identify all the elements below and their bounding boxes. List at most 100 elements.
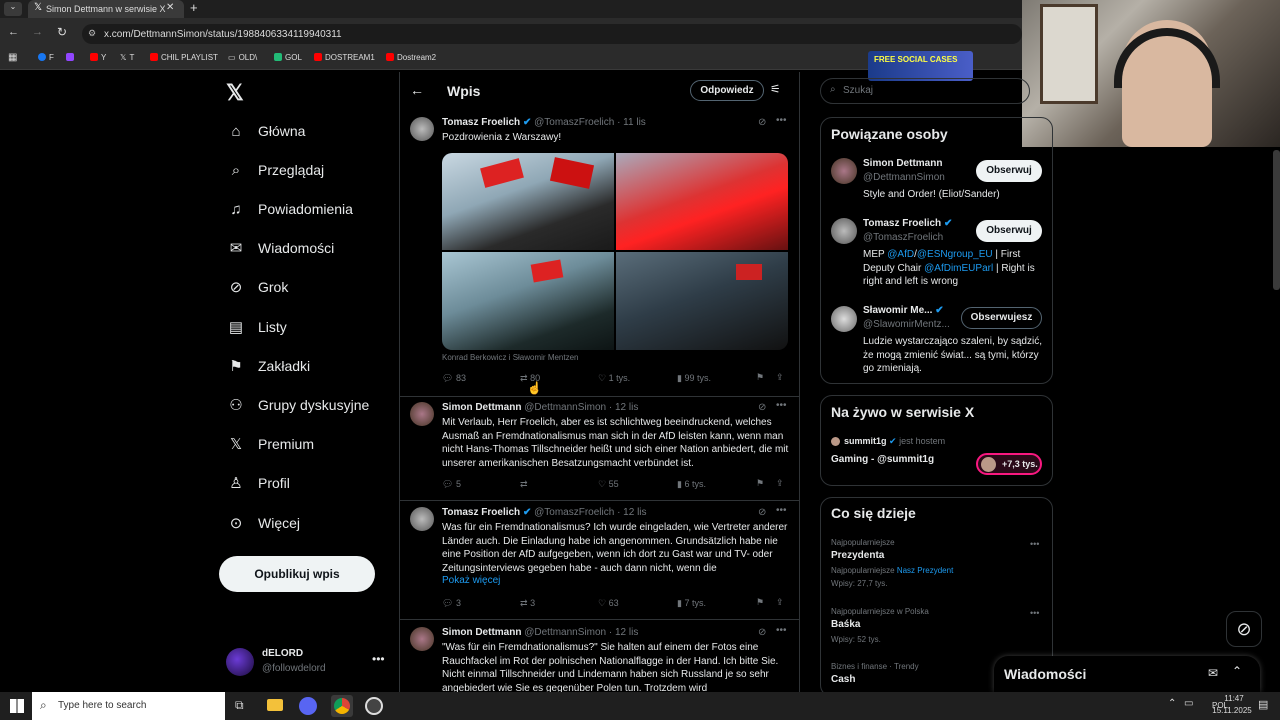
avatar[interactable]: [831, 306, 857, 332]
grok-icon[interactable]: ⊘: [758, 117, 766, 128]
live-host[interactable]: summit1g ✔ jest hostem: [831, 436, 945, 447]
more-dots-icon[interactable]: •••: [372, 652, 385, 666]
avatar[interactable]: [410, 117, 434, 141]
forward-icon[interactable]: →: [32, 26, 43, 38]
bookmark-gol[interactable]: GOL: [274, 53, 302, 62]
more-dots-icon[interactable]: •••: [1030, 608, 1039, 618]
file-explorer-icon[interactable]: [267, 699, 283, 711]
avatar[interactable]: [410, 507, 434, 531]
share-icon[interactable]: ⇪: [776, 478, 784, 489]
share-icon[interactable]: ⇪: [776, 597, 784, 608]
filter-settings-icon[interactable]: ⚟: [770, 82, 781, 96]
nav-item-more[interactable]: ⊙ Więcej: [226, 512, 406, 536]
person-name[interactable]: Simon Dettmann: [863, 158, 942, 169]
trend-name[interactable]: Cash: [831, 674, 855, 685]
live-listeners-badge[interactable]: +7,3 tys.: [976, 453, 1042, 475]
url-input[interactable]: x.com/DettmannSimon/status/1988406334119…: [82, 24, 1022, 44]
nav-item-messages[interactable]: ✉ Wiadomości: [226, 237, 406, 261]
clock-date[interactable]: 15.11.2025: [1208, 706, 1256, 715]
search-input[interactable]: ⌕ Szukaj: [820, 78, 1030, 104]
new-message-icon[interactable]: ✉: [1208, 666, 1218, 680]
trend-name[interactable]: Prezydenta: [831, 550, 884, 561]
more-dots-icon[interactable]: •••: [776, 115, 787, 126]
avatar[interactable]: [410, 627, 434, 651]
like-action[interactable]: ♡ 1 tys.: [598, 373, 630, 384]
nav-item-lists[interactable]: ▤ Listy: [226, 316, 406, 340]
share-icon[interactable]: ⇪: [776, 372, 784, 383]
account-switcher[interactable]: dELORD @followdelord •••: [226, 646, 386, 678]
mention-link[interactable]: @AfDimEUParl: [924, 263, 993, 274]
mention-link[interactable]: @AfD: [887, 249, 914, 260]
avatar[interactable]: [831, 218, 857, 244]
nav-item-communities[interactable]: ⚇ Grupy dyskusyjne: [226, 394, 406, 418]
follow-button[interactable]: Obserwuj: [976, 220, 1042, 242]
apps-icon[interactable]: ▦: [8, 52, 17, 63]
trend-name[interactable]: Baśka: [831, 619, 860, 630]
reply-action[interactable]: 💬︎ 83: [442, 373, 466, 384]
more-dots-icon[interactable]: •••: [776, 505, 787, 516]
tweet-author[interactable]: Simon Dettmann @DettmannSimon · 12 lis: [442, 402, 638, 413]
post-button[interactable]: Opublikuj wpis: [219, 556, 375, 592]
bookmark-chil-playlist[interactable]: CHIL PLAYLIST: [150, 53, 218, 62]
show-more-link[interactable]: Pokaż więcej: [442, 575, 500, 586]
discord-icon[interactable]: [299, 697, 317, 715]
chrome-icon[interactable]: [331, 695, 353, 717]
photo-1[interactable]: [442, 153, 614, 250]
photo-2[interactable]: [616, 153, 788, 250]
reply-action[interactable]: 💬︎ 5: [442, 479, 461, 490]
retweet-action[interactable]: ⇄ 3: [520, 598, 535, 609]
views-action[interactable]: ▮ 6 tys.: [677, 479, 706, 490]
reply-action[interactable]: 💬︎ 3: [442, 598, 461, 609]
photo-3[interactable]: [442, 252, 614, 350]
views-action[interactable]: ▮ 7 tys.: [677, 598, 706, 609]
browser-tab[interactable]: Simon Dettmann w serwisie X: [28, 0, 184, 18]
nav-item-grok[interactable]: ⊘ Grok: [226, 276, 406, 300]
like-action[interactable]: ♡ 63: [598, 598, 619, 609]
network-icon[interactable]: ▭: [1184, 698, 1193, 709]
windows-start-icon[interactable]: [10, 699, 24, 713]
grok-float-button[interactable]: ⊘: [1226, 611, 1262, 647]
grok-icon[interactable]: ⊘: [758, 627, 766, 638]
bookmark-icon[interactable]: ⚑: [756, 478, 764, 489]
avatar[interactable]: [831, 158, 857, 184]
expand-icon[interactable]: ⌃: [1232, 664, 1242, 678]
back-arrow-icon[interactable]: ←: [410, 82, 424, 98]
bookmark-x[interactable]: 𝕏T: [120, 53, 134, 62]
more-dots-icon[interactable]: •••: [1030, 539, 1039, 549]
bookmark-twitch[interactable]: [66, 53, 77, 62]
task-view-icon[interactable]: ⧉: [235, 698, 244, 713]
taskbar-search-input[interactable]: ⌕ Type here to search: [32, 692, 225, 720]
bookmark-old[interactable]: ▭ OLD\: [228, 53, 257, 62]
follow-button[interactable]: Obserwuj: [976, 160, 1042, 182]
avatar[interactable]: [410, 402, 434, 426]
x-home-logo[interactable]: 𝕏: [226, 80, 244, 106]
reply-button[interactable]: Odpowiedz: [690, 80, 764, 101]
app-icon[interactable]: [365, 697, 383, 715]
bookmark-facebook[interactable]: F: [38, 53, 54, 62]
grok-icon[interactable]: ⊘: [758, 507, 766, 518]
close-tab-icon[interactable]: ✕: [166, 2, 174, 13]
views-action[interactable]: ▮ 99 tys.: [677, 373, 711, 384]
like-action[interactable]: ♡ 55: [598, 479, 619, 490]
mention-link[interactable]: @ESNgroup_EU: [917, 249, 993, 260]
more-dots-icon[interactable]: •••: [776, 625, 787, 636]
scrollbar[interactable]: [1273, 150, 1280, 290]
messages-drawer[interactable]: Wiadomości ✉ ⌃: [994, 656, 1260, 692]
tweet-author[interactable]: Simon Dettmann @DettmannSimon · 12 lis: [442, 627, 638, 638]
nav-item-bookmarks[interactable]: ⚑ Zakładki: [226, 355, 406, 379]
grok-icon[interactable]: ⊘: [758, 402, 766, 413]
photo-4[interactable]: [616, 252, 788, 350]
following-button[interactable]: Obserwujesz: [961, 307, 1042, 329]
retweet-action[interactable]: ⇄: [520, 479, 528, 490]
site-info-icon[interactable]: ⚙: [88, 28, 96, 39]
notifications-icon[interactable]: ▤: [1258, 698, 1268, 711]
tweet-author[interactable]: Tomasz Froelich ✔ @TomaszFroelich · 11 l…: [442, 117, 646, 128]
clock-time[interactable]: 11:47: [1218, 694, 1250, 703]
more-dots-icon[interactable]: •••: [776, 400, 787, 411]
back-icon[interactable]: ←: [8, 26, 19, 38]
tray-chevron-icon[interactable]: ⌃: [1168, 698, 1176, 709]
tweet-media-grid[interactable]: [442, 153, 788, 350]
bookmark-dostream2[interactable]: Dostream2: [386, 53, 436, 62]
tweet-author[interactable]: Tomasz Froelich ✔ @TomaszFroelich · 12 l…: [442, 507, 647, 518]
new-tab-button[interactable]: +: [190, 0, 198, 15]
